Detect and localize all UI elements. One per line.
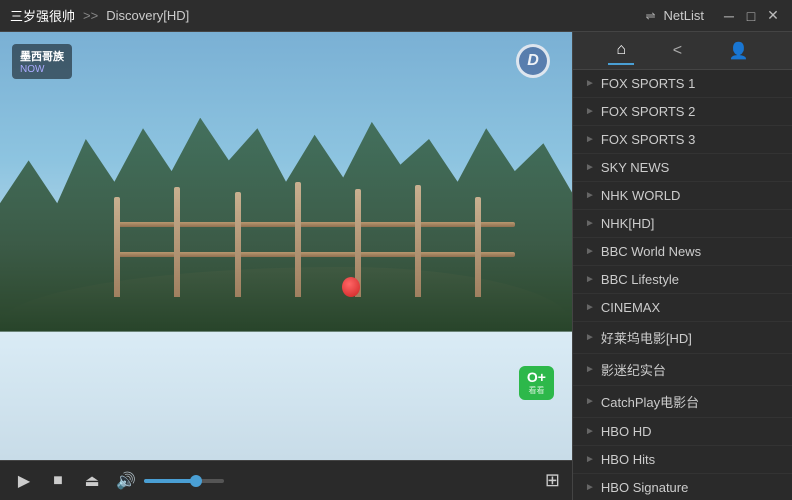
channel-name: 影迷纪实台 [601,360,784,379]
fence-post-2 [174,187,180,297]
title-bar: 三岁强很帅 >> Discovery[HD] ⇌ NetList ─ □ ✕ [0,0,792,32]
channel-arrow: ► [585,106,595,117]
fence [114,177,514,297]
channel-item[interactable]: ► BBC Lifestyle [573,266,792,294]
channel-name: FOX SPORTS 2 [601,104,784,119]
channel-badge-now: NOW [20,64,64,75]
channel-item[interactable]: ► HBO Hits [573,446,792,474]
discovery-logo: D [516,44,552,80]
channel-arrow: ► [585,190,595,201]
channel-name: BBC Lifestyle [601,272,784,287]
main-content: 墨西哥族 NOW D O+ 看看 ▶ ■ ⏏ 🔊 [0,32,792,500]
channel-item[interactable]: ► NHK WORLD [573,182,792,210]
channel-name: SKY NEWS [601,160,784,175]
channel-item[interactable]: ► 影迷纪实台 [573,354,792,386]
channel-badge-title: 墨西哥族 [20,48,64,64]
channel-arrow: ► [585,162,595,173]
channel-name: HBO Signature [601,480,784,495]
fence-post-7 [475,197,481,297]
video-panel: 墨西哥族 NOW D O+ 看看 ▶ ■ ⏏ 🔊 [0,32,572,500]
channel-name: HBO HD [601,424,784,439]
title-left: 三岁强很帅 >> Discovery[HD] [10,6,645,25]
volume-slider[interactable] [144,479,224,483]
sidebar-tab-user[interactable]: 👤 [721,37,757,65]
app-name: 三岁强很帅 [10,6,75,25]
oplus-badge: O+ 看看 [519,366,554,400]
channel-list: ►FOX SPORTS 1►FOX SPORTS 2►FOX SPORTS 3►… [573,70,792,500]
minimize-button[interactable]: ─ [720,7,738,25]
volume-fill [144,479,196,483]
fence-post-1 [114,197,120,297]
channel-arrow: ► [585,454,595,465]
channel-item[interactable]: ► BBC World News [573,238,792,266]
channel-arrow: ► [585,218,595,229]
channel-item[interactable]: ► 好莱坞电影[HD] [573,322,792,354]
channel-name: CatchPlay电影台 [601,392,784,411]
sidebar: ⌂ < 👤 ► FOX SPORTS 1 ► FOX SPORTS 2 ► FOX SPO… [572,32,792,500]
channel-name: 好莱坞电影[HD] [601,328,784,347]
close-button[interactable]: ✕ [764,7,782,25]
eject-button[interactable]: ⏏ [80,469,104,493]
sidebar-tab-share[interactable]: < [665,38,690,64]
channel-item[interactable]: ► FOX SPORTS 3 [573,126,792,154]
title-separator: >> [83,8,98,23]
sidebar-tab-home[interactable]: ⌂ [608,37,634,65]
channel-arrow: ► [585,274,595,285]
channel-name: FOX SPORTS 3 [601,132,784,147]
channel-name: BBC World News [601,244,784,259]
netlist-icon: ⇌ [645,9,655,23]
volume-control: 🔊 [114,469,224,493]
video-area[interactable]: 墨西哥族 NOW D O+ 看看 [0,32,572,460]
channel-item[interactable]: ► SKY NEWS [573,154,792,182]
channel-arrow: ► [585,78,595,89]
channel-item[interactable]: ► HBO Signature [573,474,792,500]
fence-post-3 [235,192,241,297]
volume-icon[interactable]: 🔊 [114,469,138,493]
play-button[interactable]: ▶ [12,469,36,493]
sidebar-tabs: ⌂ < 👤 [573,32,792,70]
channel-arrow: ► [585,482,595,493]
channel-name: NHK[HD] [601,216,784,231]
channel-name: FOX SPORTS 1 [601,76,784,91]
channel-arrow: ► [585,364,595,375]
channel-name: NHK WORLD [601,188,784,203]
channel-arrow: ► [585,246,595,257]
discovery-d: D [527,52,539,70]
discovery-circle: D [516,44,550,78]
channel-arrow: ► [585,396,595,407]
title-right: ⇌ NetList ─ □ ✕ [645,7,782,25]
fence-post-4 [295,182,301,297]
fence-post-6 [415,185,421,297]
channel-name: HBO Hits [601,452,784,467]
maximize-button[interactable]: □ [742,7,760,25]
channel-arrow: ► [585,302,595,313]
control-bar: ▶ ■ ⏏ 🔊 ⊞ [0,460,572,500]
oplus-sub: 看看 [528,385,544,396]
stop-button[interactable]: ■ [46,469,70,493]
channel-item[interactable]: ► NHK[HD] [573,210,792,238]
volume-thumb [190,475,202,487]
channel-item[interactable]: ► CatchPlay电影台 [573,386,792,418]
channel-arrow: ► [585,332,595,343]
oplus-text: O+ [527,370,546,384]
channel-name: CINEMAX [601,300,784,315]
channel-arrow: ► [585,134,595,145]
title-channel: Discovery[HD] [106,8,189,23]
channel-item[interactable]: ► HBO HD [573,418,792,446]
channel-item[interactable]: ► FOX SPORTS 1 [573,70,792,98]
channel-badge: 墨西哥族 NOW [12,44,72,79]
netlist-label: NetList [664,8,704,23]
channel-arrow: ► [585,426,595,437]
channel-item[interactable]: ► FOX SPORTS 2 [573,98,792,126]
channel-item[interactable]: ► CINEMAX [573,294,792,322]
grid-button[interactable]: ⊞ [545,470,560,491]
